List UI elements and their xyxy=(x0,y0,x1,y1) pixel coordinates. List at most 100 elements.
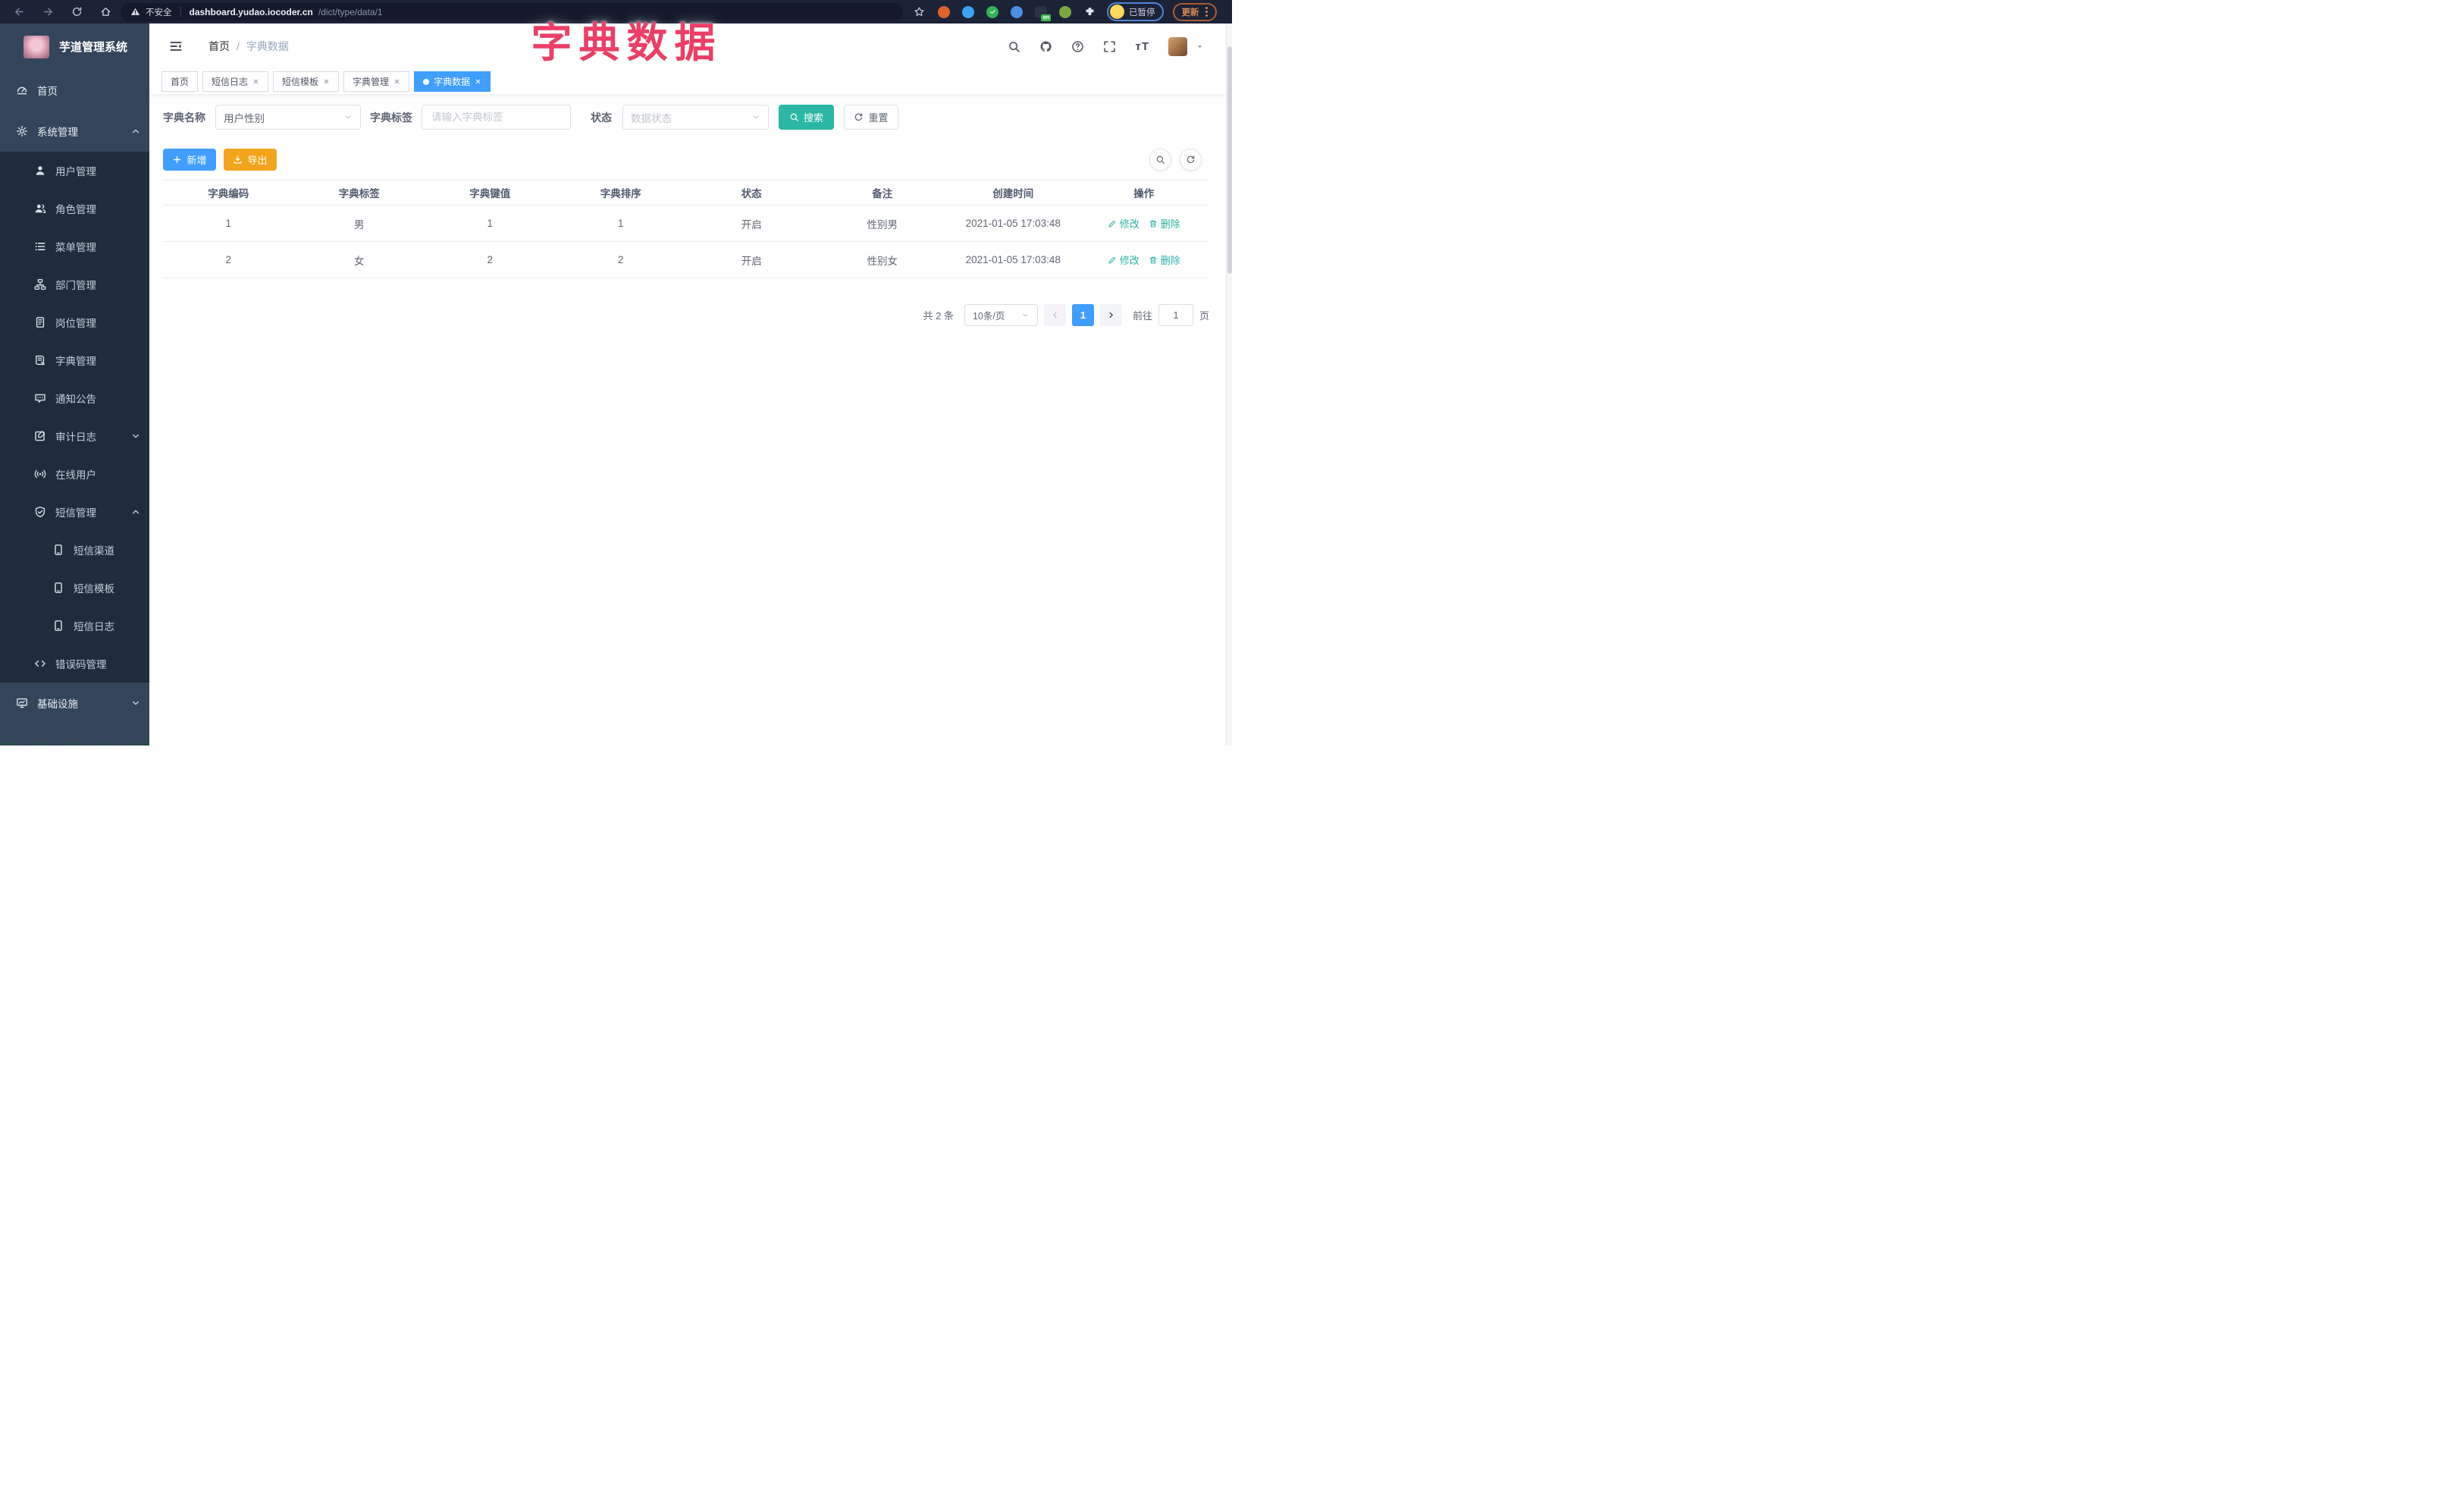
page-unit-label: 页 xyxy=(1199,310,1209,322)
browser-extension-green-leaf-icon[interactable] xyxy=(1059,5,1071,18)
browser-extension-green-check-icon[interactable] xyxy=(986,5,998,18)
sidebar-item-system-management[interactable]: 系统管理 xyxy=(0,111,149,152)
tab-close-icon[interactable] xyxy=(323,78,330,85)
add-button[interactable]: 新增 xyxy=(163,149,216,171)
cell-remark: 性别男 xyxy=(867,218,898,231)
sidebar-item-user-management[interactable]: 用户管理 xyxy=(0,152,149,190)
column-header-remark: 备注 xyxy=(872,188,893,199)
browser-profile-chip[interactable]: 已暂停 xyxy=(1107,2,1164,21)
breadcrumb: 首页 / 字典数据 xyxy=(208,39,289,54)
search-button[interactable]: 搜索 xyxy=(779,105,834,130)
browser-extension-orange-circle-icon[interactable] xyxy=(938,5,950,18)
cell-remark: 性别女 xyxy=(867,255,898,267)
tab-close-icon[interactable] xyxy=(475,78,481,85)
tab-close-icon[interactable] xyxy=(393,78,400,85)
next-page-button[interactable] xyxy=(1099,304,1122,326)
font-size-icon[interactable]: тT xyxy=(1135,40,1149,53)
sidebar-item-infrastructure[interactable]: 基础设施 xyxy=(0,683,149,724)
caret-down-icon[interactable] xyxy=(1196,43,1203,50)
chevron-down-icon xyxy=(131,432,140,441)
reset-button[interactable]: 重置 xyxy=(844,105,898,130)
sidebar-item-home[interactable]: 首页 xyxy=(0,70,149,111)
dict-label-input[interactable] xyxy=(422,105,571,130)
toolbar: 新增 导出 xyxy=(163,149,277,171)
status-select[interactable]: 数据状态 xyxy=(622,105,769,130)
sidebar-item-sms-channel[interactable]: 短信渠道 xyxy=(0,531,149,569)
bookmark-star-icon[interactable] xyxy=(914,6,925,17)
sidebar-item-error-code-management[interactable]: 错误码管理 xyxy=(0,645,149,683)
total-count: 共 2 条 xyxy=(923,310,954,322)
browser-update-button[interactable]: 更新 xyxy=(1172,2,1217,21)
column-header-status: 状态 xyxy=(741,188,762,199)
sidebar-item-dept-management[interactable]: 部门管理 xyxy=(0,265,149,303)
page-scrollbar[interactable] xyxy=(1226,24,1232,746)
sidebar-item-post-management[interactable]: 岗位管理 xyxy=(0,303,149,341)
tab-sms-template[interactable]: 短信模板 xyxy=(273,71,340,92)
tab-dict-management[interactable]: 字典管理 xyxy=(343,71,410,92)
address-bar[interactable]: 不安全 dashboard.yudao.iocoder.cn/dict/type… xyxy=(121,2,903,21)
browser-extension-blue-bars-icon[interactable] xyxy=(1011,5,1023,18)
tab-dict-data[interactable]: 字典数据 xyxy=(414,71,491,92)
row-action-edit[interactable]: 修改 xyxy=(1108,253,1140,267)
row-action-delete[interactable]: 删除 xyxy=(1149,253,1180,267)
sidebar-item-audit-log[interactable]: 审计日志 xyxy=(0,417,149,455)
search-icon xyxy=(1155,155,1165,165)
browser-extension-dark-on-icon[interactable]: on xyxy=(1035,5,1051,21)
chevron-down-icon xyxy=(131,698,140,708)
table-header: 字典编码 字典标签 字典键值 字典排序 状态 备注 创建时间 操作 xyxy=(163,180,1209,206)
page-size-select[interactable]: 10条/页 xyxy=(964,304,1038,326)
refresh-icon xyxy=(1186,155,1196,165)
github-icon[interactable] xyxy=(1039,40,1052,53)
page-number-1[interactable]: 1 xyxy=(1071,304,1094,326)
row-action-label: 修改 xyxy=(1119,255,1140,266)
sidebar-item-dict-management[interactable]: 字典管理 xyxy=(0,341,149,379)
fullscreen-icon[interactable] xyxy=(1103,40,1116,53)
browser-menu-kebab-icon[interactable] xyxy=(1205,7,1208,17)
browser-extension-puzzle-icon[interactable] xyxy=(1083,6,1096,18)
status-label: 状态 xyxy=(591,111,612,124)
help-icon[interactable] xyxy=(1071,40,1084,53)
tab-active-dot xyxy=(423,78,430,85)
toggle-search-button[interactable] xyxy=(1149,149,1171,171)
export-button[interactable]: 导出 xyxy=(224,149,277,171)
dict-name-select[interactable]: 用户性别 xyxy=(215,105,361,130)
prev-page-button[interactable] xyxy=(1043,304,1066,326)
user-avatar[interactable] xyxy=(1168,36,1187,56)
pagination: 共 2 条 10条/页 1 前往 页 xyxy=(923,304,1209,326)
sidebar-collapse-icon[interactable] xyxy=(169,39,183,53)
app-logo[interactable]: 芋道管理系统 xyxy=(0,24,149,70)
security-warning-label: 不安全 xyxy=(146,8,172,17)
divider xyxy=(180,7,181,17)
sidebar-item-sms-management[interactable]: 短信管理 xyxy=(0,493,149,531)
reset-button-label: 重置 xyxy=(868,112,889,124)
tab-close-icon[interactable] xyxy=(252,78,259,85)
sidebar-item-menu-management[interactable]: 菜单管理 xyxy=(0,228,149,265)
row-action-delete[interactable]: 删除 xyxy=(1149,216,1180,231)
chevron-down-icon xyxy=(752,113,760,121)
cell-status: 开启 xyxy=(741,218,762,231)
export-button-label: 导出 xyxy=(247,155,268,166)
browser-extension-blue-drop-icon[interactable] xyxy=(962,5,974,18)
sidebar-item-label: 在线用户 xyxy=(55,469,96,481)
breadcrumb-home[interactable]: 首页 xyxy=(208,39,230,54)
tab-home[interactable]: 首页 xyxy=(161,71,199,92)
audit-log-icon xyxy=(34,430,46,442)
refresh-table-button[interactable] xyxy=(1180,149,1202,171)
forward-icon[interactable] xyxy=(42,6,54,17)
goto-page-input[interactable] xyxy=(1158,304,1193,326)
scrollbar-thumb[interactable] xyxy=(1227,46,1232,274)
code-icon xyxy=(34,658,46,670)
sidebar-item-sms-log[interactable]: 短信日志 xyxy=(0,607,149,645)
tab-sms-log[interactable]: 短信日志 xyxy=(202,71,269,92)
back-icon[interactable] xyxy=(14,6,25,17)
row-action-edit[interactable]: 修改 xyxy=(1108,216,1140,231)
trash-icon xyxy=(1149,219,1158,228)
home-icon[interactable] xyxy=(100,6,111,17)
sidebar-item-sms-template[interactable]: 短信模板 xyxy=(0,569,149,607)
sidebar-item-role-management[interactable]: 角色管理 xyxy=(0,190,149,228)
tab-label: 字典数据 xyxy=(434,77,471,87)
sidebar-item-online-users[interactable]: 在线用户 xyxy=(0,455,149,493)
search-icon[interactable] xyxy=(1008,40,1020,53)
sidebar-item-notice-announcement[interactable]: 通知公告 xyxy=(0,379,149,417)
reload-icon[interactable] xyxy=(71,6,83,17)
